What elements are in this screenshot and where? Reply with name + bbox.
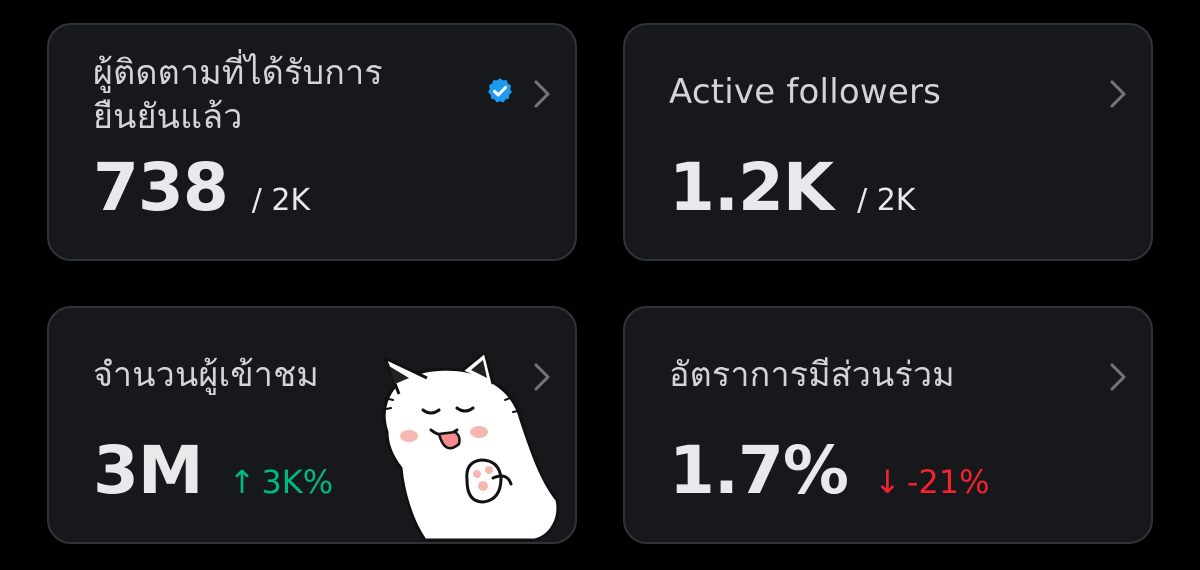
metric: 3M ↑ 3K%: [93, 438, 333, 504]
metric: 1.2K / 2K: [669, 155, 915, 221]
change-indicator: ↓ -21%: [874, 463, 989, 501]
chevron-right-icon[interactable]: [1105, 360, 1131, 394]
metric-value: 1.2K: [669, 149, 834, 226]
metric-value: 1.7%: [669, 432, 849, 509]
cat-sticker: [365, 350, 565, 545]
metric: 738 / 2K: [93, 155, 310, 221]
arrow-up-icon: ↑: [228, 463, 256, 501]
card-label: Active followers: [669, 72, 942, 112]
chevron-right-icon[interactable]: [529, 77, 555, 111]
change-value: -21%: [906, 463, 990, 501]
chevron-right-icon[interactable]: [1105, 77, 1131, 111]
metric: 1.7% ↓ -21%: [669, 438, 990, 504]
change-indicator: ↑ 3K%: [229, 463, 334, 501]
card-label: ผู้ติดตามที่ได้รับการยืนยันแล้ว: [93, 53, 383, 137]
metric-value: 738: [93, 149, 229, 226]
active-followers-card[interactable]: Active followers 1.2K / 2K: [623, 23, 1153, 261]
engagement-rate-card[interactable]: อัตราการมีส่วนร่วม 1.7% ↓ -21%: [623, 306, 1153, 544]
metric-total: / 2K: [857, 183, 916, 218]
metric-value: 3M: [93, 432, 204, 509]
card-label: จำนวนผู้เข้าชม: [93, 355, 319, 395]
metric-total: / 2K: [251, 183, 311, 218]
card-label: อัตราการมีส่วนร่วม: [669, 355, 955, 395]
arrow-down-icon: ↓: [874, 463, 901, 501]
verified-badge-icon: [485, 76, 515, 106]
verified-followers-card[interactable]: ผู้ติดตามที่ได้รับการยืนยันแล้ว 738 / 2K: [47, 23, 577, 261]
change-value: 3K%: [261, 463, 334, 501]
